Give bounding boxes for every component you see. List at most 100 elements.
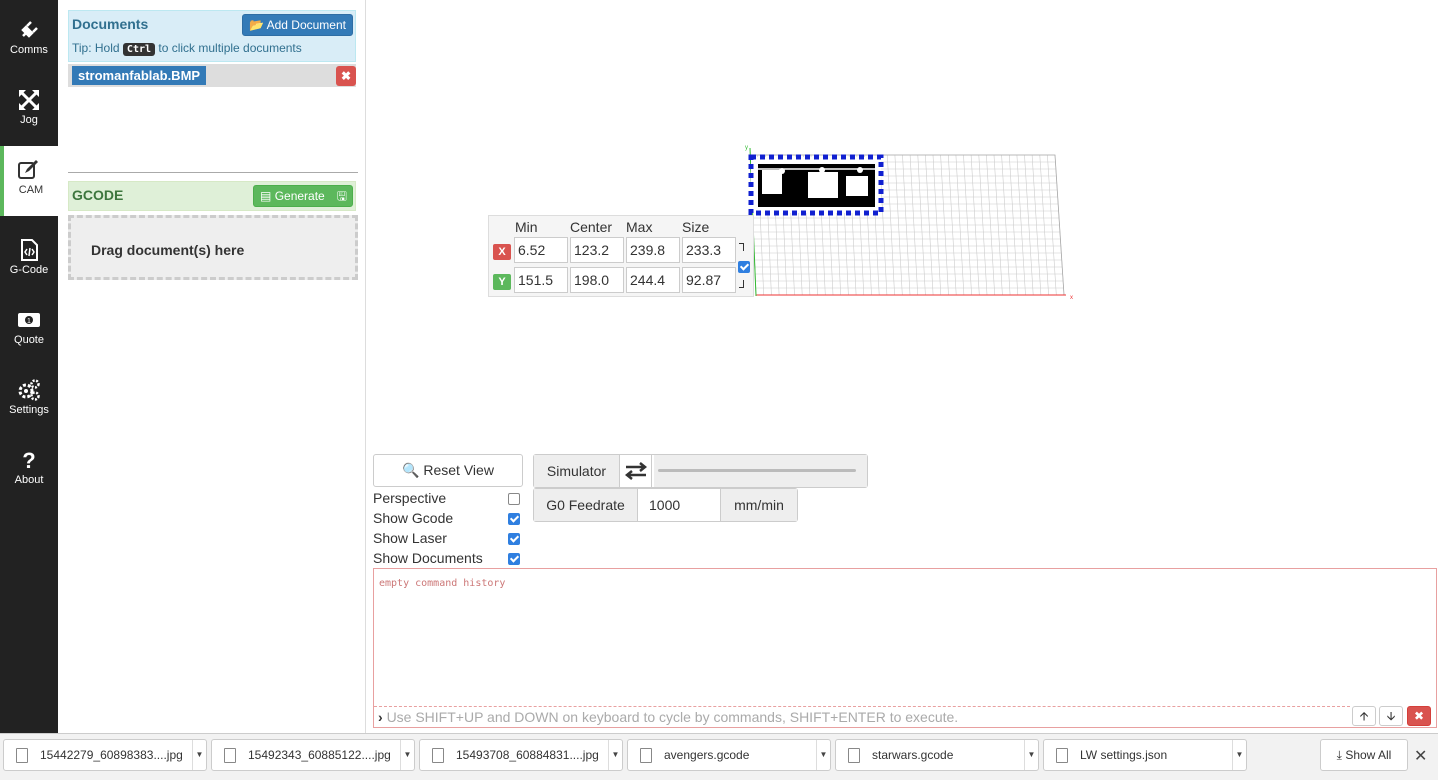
nav-cam-label: CAM bbox=[18, 184, 44, 196]
remove-document-button[interactable]: ✖ bbox=[336, 66, 356, 86]
documents-header: Documents 📂 Add Document Tip: Hold Ctrl … bbox=[68, 10, 356, 62]
generate-label: Generate bbox=[274, 189, 325, 203]
clear-console-button[interactable]: ✖ bbox=[1407, 706, 1431, 726]
folder-open-icon: 📂 bbox=[248, 18, 264, 32]
x-min-input[interactable]: 6.52 bbox=[514, 237, 568, 263]
show-laser-checkbox[interactable] bbox=[508, 533, 520, 545]
nav-settings[interactable]: Settings bbox=[0, 366, 58, 436]
download-item[interactable]: 15493708_60884831....jpg ▼ bbox=[419, 739, 623, 771]
chevron-right-icon: › bbox=[378, 709, 383, 725]
history-up-button[interactable]: 🡩 bbox=[1352, 706, 1376, 726]
documents-tip: Tip: Hold Ctrl to click multiple documen… bbox=[72, 41, 302, 56]
document-preview[interactable] bbox=[748, 154, 884, 216]
simulator-label: Simulator bbox=[534, 455, 620, 487]
x-axis-badge: X bbox=[493, 244, 511, 260]
nav-gcode-label: G-Code bbox=[9, 264, 49, 276]
x-max-input[interactable]: 239.8 bbox=[626, 237, 680, 263]
download-filename: starwars.gcode bbox=[872, 748, 954, 762]
document-name[interactable]: stromanfablab.BMP bbox=[72, 66, 207, 85]
chevron-down-icon[interactable]: ▼ bbox=[1024, 740, 1038, 770]
download-filename: 15493708_60884831....jpg bbox=[456, 748, 599, 762]
x-size-input[interactable]: 233.3 bbox=[682, 237, 736, 263]
documents-title: Documents bbox=[72, 16, 149, 32]
perspective-checkbox[interactable] bbox=[508, 493, 520, 505]
download-item[interactable]: starwars.gcode ▼ bbox=[835, 739, 1039, 771]
gcode-header: GCODE ▤ Generate 🖫 bbox=[68, 181, 356, 211]
link-bracket-bottom-icon bbox=[739, 280, 744, 288]
chevron-down-icon[interactable]: ▼ bbox=[400, 740, 414, 770]
image-file-icon bbox=[432, 748, 444, 763]
show-all-downloads-button[interactable]: ⤓ Show All bbox=[1320, 739, 1408, 771]
document-item[interactable]: stromanfablab.BMP ✖ bbox=[68, 64, 356, 87]
image-file-icon bbox=[16, 748, 28, 763]
add-document-button[interactable]: 📂 Add Document bbox=[241, 14, 353, 36]
generate-button[interactable]: ▤ Generate 🖫 bbox=[253, 185, 353, 207]
chevron-down-icon[interactable]: ▼ bbox=[816, 740, 830, 770]
lock-aspect-checkbox[interactable] bbox=[738, 261, 750, 273]
nav-comms[interactable]: Comms bbox=[0, 6, 58, 76]
show-documents-checkbox[interactable] bbox=[508, 553, 520, 565]
reset-view-label: Reset View bbox=[423, 462, 494, 478]
download-shelf: 15442279_60898383....jpg ▼ 15492343_6088… bbox=[0, 733, 1438, 780]
arrow-down-icon: 🡫 bbox=[1386, 709, 1396, 723]
download-item[interactable]: 15442279_60898383....jpg ▼ bbox=[3, 739, 207, 771]
nav-quote[interactable]: 1 Quote bbox=[0, 296, 58, 366]
bounds-header-center: Center bbox=[570, 219, 613, 235]
g0-feedrate-input[interactable]: 1000 bbox=[638, 489, 721, 521]
simulator-toggle-button[interactable] bbox=[620, 455, 652, 487]
command-console: empty command history › Use SHIFT+UP and… bbox=[373, 568, 1437, 728]
command-input[interactable]: › Use SHIFT+UP and DOWN on keyboard to c… bbox=[374, 706, 1350, 727]
bounds-header-max: Max bbox=[626, 219, 653, 235]
tip-text-after: to click multiple documents bbox=[158, 41, 302, 55]
operation-drop-zone[interactable]: Drag document(s) here bbox=[68, 215, 358, 280]
show-gcode-checkbox[interactable] bbox=[508, 513, 520, 525]
simulator-slider[interactable] bbox=[654, 455, 867, 487]
image-file-icon bbox=[224, 748, 236, 763]
reset-view-button[interactable]: 🔍 Reset View bbox=[373, 454, 523, 487]
close-download-shelf-icon[interactable]: ✕ bbox=[1414, 746, 1427, 766]
nav-jog[interactable]: Jog bbox=[0, 76, 58, 146]
gcode-title: GCODE bbox=[72, 187, 124, 203]
g0-feedrate-label: G0 Feedrate bbox=[534, 489, 638, 521]
y-max-input[interactable]: 244.4 bbox=[626, 267, 680, 293]
show-all-label: Show All bbox=[1345, 748, 1392, 762]
download-item[interactable]: avengers.gcode ▼ bbox=[627, 739, 831, 771]
download-item[interactable]: 15492343_60885122....jpg ▼ bbox=[211, 739, 415, 771]
command-prompt: › Use SHIFT+UP and DOWN on keyboard to c… bbox=[378, 709, 958, 725]
svg-text:x: x bbox=[1070, 295, 1073, 301]
chevron-down-icon[interactable]: ▼ bbox=[1232, 740, 1246, 770]
edit-icon bbox=[18, 160, 38, 179]
svg-text:1: 1 bbox=[27, 318, 31, 325]
link-bracket-top-icon bbox=[739, 243, 744, 251]
show-gcode-label: Show Gcode bbox=[373, 510, 454, 526]
simulator-control: Simulator bbox=[533, 454, 868, 488]
chevron-down-icon[interactable]: ▼ bbox=[608, 740, 622, 770]
download-filename: 15492343_60885122....jpg bbox=[248, 748, 391, 762]
y-center-input[interactable]: 198.0 bbox=[570, 267, 624, 293]
history-down-button[interactable]: 🡫 bbox=[1379, 706, 1403, 726]
arrow-up-icon: 🡩 bbox=[1359, 709, 1369, 723]
drop-zone-label: Drag document(s) here bbox=[91, 242, 245, 258]
y-min-input[interactable]: 151.5 bbox=[514, 267, 568, 293]
nav-cam[interactable]: CAM bbox=[0, 146, 58, 216]
download-filename: 15442279_60898383....jpg bbox=[40, 748, 183, 762]
nav-about-label: About bbox=[14, 474, 44, 486]
cam-panel: Documents 📂 Add Document Tip: Hold Ctrl … bbox=[58, 0, 366, 733]
download-item[interactable]: LW settings.json ▼ bbox=[1043, 739, 1247, 771]
close-icon: ✖ bbox=[1413, 709, 1425, 723]
y-size-input[interactable]: 92.87 bbox=[682, 267, 736, 293]
file-icon bbox=[848, 748, 860, 763]
nav-about[interactable]: ? About bbox=[0, 436, 58, 506]
nav-jog-label: Jog bbox=[20, 114, 38, 126]
download-icon: ⤓ bbox=[1336, 748, 1342, 762]
chevron-down-icon[interactable]: ▼ bbox=[192, 740, 206, 770]
g0-feedrate-control: G0 Feedrate 1000 mm/min bbox=[533, 488, 798, 522]
bounds-header-size: Size bbox=[682, 219, 710, 235]
svg-text:y: y bbox=[745, 145, 748, 151]
x-center-input[interactable]: 123.2 bbox=[570, 237, 624, 263]
nav-gcode[interactable]: G-Code bbox=[0, 226, 58, 296]
industry-icon: ▤ bbox=[260, 189, 272, 203]
perspective-label: Perspective bbox=[373, 490, 447, 506]
code-file-icon bbox=[21, 239, 38, 261]
document-bounds-table: Min Center Max Size X 6.52 123.2 239.8 2… bbox=[488, 215, 754, 297]
